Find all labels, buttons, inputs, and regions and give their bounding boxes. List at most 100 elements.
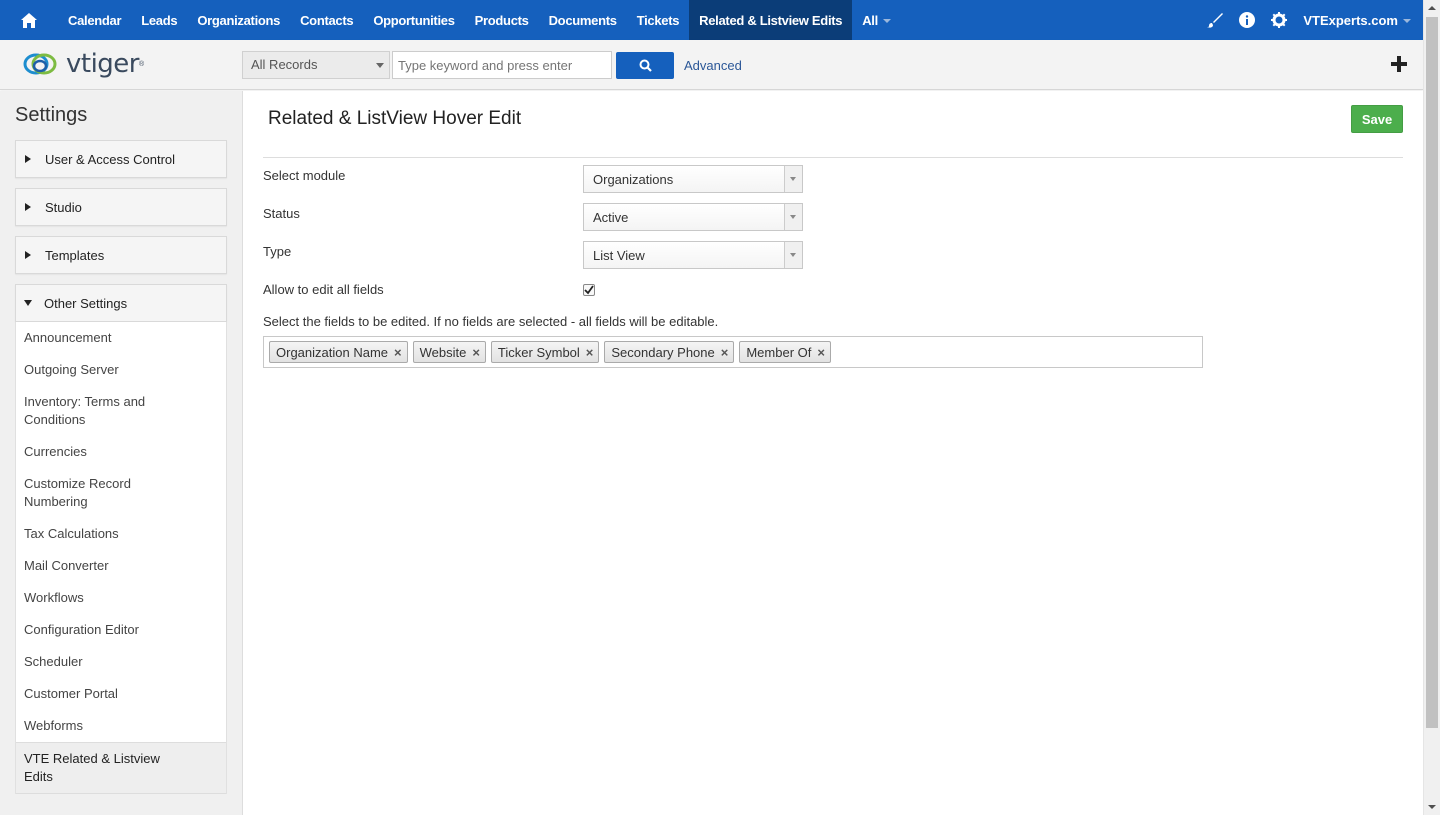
sidebar-item-label: Scheduler [24,654,83,669]
nav-leads[interactable]: Leads [131,0,187,40]
sidebar-section-user-access-control[interactable]: User & Access Control [15,140,227,178]
sidebar-section-studio[interactable]: Studio [15,188,227,226]
chevron-down-icon [784,204,802,230]
sidebar-item-customize-record-numbering[interactable]: Customize Record Numbering [16,468,226,518]
nav-organizations[interactable]: Organizations [187,0,290,40]
sidebar-item-mail-converter[interactable]: Mail Converter [16,550,226,582]
field-tag-label: Organization Name [276,344,388,360]
sidebar-item-configuration-editor[interactable]: Configuration Editor [16,614,226,646]
info-icon[interactable] [1231,0,1263,40]
sidebar-item-tax-calculations[interactable]: Tax Calculations [16,518,226,550]
nav-opportunities[interactable]: Opportunities [363,0,464,40]
sidebar-section-templates[interactable]: Templates [15,236,227,274]
user-menu[interactable]: VTExperts.com [1295,13,1423,28]
sidebar-item-webforms[interactable]: Webforms [16,710,226,742]
field-tag: Website × [412,341,486,363]
sidebar-item-inventory-terms[interactable]: Inventory: Terms and Conditions [16,386,226,436]
scroll-down-icon[interactable] [1428,805,1436,809]
sidebar-item-label: Configuration Editor [24,622,139,637]
user-name: VTExperts.com [1303,12,1398,28]
chevron-down-icon [882,19,891,23]
type-select-value: List View [593,248,645,263]
caret-down-icon [24,300,32,306]
main-content: Related & ListView Hover Edit Save Selec… [243,91,1423,815]
field-tag-label: Member Of [746,344,812,360]
top-nav-bar: Calendar Leads Organizations Contacts Op… [0,0,1423,40]
remove-tag-icon[interactable]: × [817,345,825,360]
field-tag-label: Secondary Phone [611,344,715,360]
records-filter-value: All Records [251,57,318,72]
remove-tag-icon[interactable]: × [394,345,402,360]
field-tag: Ticker Symbol × [490,341,600,363]
caret-right-icon [25,251,31,259]
nav-tickets[interactable]: Tickets [627,0,689,40]
save-button[interactable]: Save [1351,105,1403,133]
caret-right-icon [25,155,31,163]
status-select[interactable]: Active [583,203,803,231]
sidebar-item-label: Outgoing Server [24,362,119,377]
fields-multiselect[interactable]: Organization Name × Website × Ticker Sym… [263,336,1203,368]
sidebar-item-scheduler[interactable]: Scheduler [16,646,226,678]
checkmark-icon [584,285,594,295]
type-label: Type [263,244,292,259]
sidebar-item-label: Tax Calculations [24,526,119,541]
sidebar-item-label: VTE Related & Listview [24,751,160,766]
remove-tag-icon[interactable]: × [586,345,594,360]
sidebar-item-vte-related-listview-edits[interactable]: VTE Related & Listview Edits [16,742,226,794]
nav-documents[interactable]: Documents [539,0,627,40]
paintbrush-icon[interactable] [1199,0,1231,40]
type-select[interactable]: List View [583,241,803,269]
search-button[interactable] [616,52,674,79]
logo-text: vtiger [66,49,140,79]
gear-icon[interactable] [1263,0,1295,40]
home-icon[interactable] [0,0,58,40]
sidebar-item-workflows[interactable]: Workflows [16,582,226,614]
sidebar-item-customer-portal[interactable]: Customer Portal [16,678,226,710]
sidebar-item-label: Currencies [24,444,87,459]
scrollbar-thumb[interactable] [1426,17,1438,728]
sidebar-item-label: Mail Converter [24,558,109,573]
chevron-down-icon [784,242,802,268]
allow-edit-all-checkbox[interactable] [583,284,595,296]
module-select[interactable]: Organizations [583,165,803,193]
advanced-search-link[interactable]: Advanced [684,58,742,73]
nav-calendar[interactable]: Calendar [58,0,131,40]
header-bar: vtiger® All Records Advanced [0,40,1423,90]
sidebar-title: Settings [15,104,88,126]
caret-right-icon [25,203,31,211]
sidebar-item-outgoing-server[interactable]: Outgoing Server [16,354,226,386]
field-tag: Organization Name × [269,341,408,363]
status-select-value: Active [593,210,629,225]
nav-all-menu[interactable]: All [852,0,901,40]
sidebar-section-other-settings[interactable]: Other Settings [15,284,227,322]
module-select-value: Organizations [593,172,674,187]
scroll-up-icon[interactable] [1428,6,1436,10]
nav-contacts[interactable]: Contacts [290,0,363,40]
field-tag: Secondary Phone × [604,341,735,363]
status-label: Status [263,206,300,221]
sidebar-section-label: User & Access Control [45,151,176,167]
sidebar-item-label: Webforms [24,718,83,733]
chevron-down-icon [1403,19,1411,23]
sidebar-item-label: Workflows [24,590,84,605]
sidebar-item-label-line2: Edits [24,769,53,784]
sidebar-item-label: Announcement [24,330,112,345]
chevron-down-icon [376,63,384,68]
sidebar-item-label: Customer Portal [24,686,118,701]
records-filter-select[interactable]: All Records [242,51,390,79]
allow-edit-all-label: Allow to edit all fields [263,282,384,297]
page-scrollbar[interactable] [1423,0,1440,815]
vtiger-logo[interactable]: vtiger ® [22,48,144,80]
sidebar-item-currencies[interactable]: Currencies [16,436,226,468]
sidebar-item-label-line2: Conditions [24,412,86,427]
plus-icon[interactable] [1388,53,1410,75]
sidebar-item-announcement[interactable]: Announcement [16,322,226,354]
sidebar-item-label: Inventory: Terms and [24,394,146,409]
remove-tag-icon[interactable]: × [472,345,480,360]
remove-tag-icon[interactable]: × [721,345,729,360]
nav-products[interactable]: Products [465,0,539,40]
sidebar-section-label: Templates [45,247,105,263]
nav-related-listview-edits[interactable]: Related & Listview Edits [689,0,853,40]
field-tag: Member Of × [739,341,831,363]
search-input[interactable] [392,51,612,79]
